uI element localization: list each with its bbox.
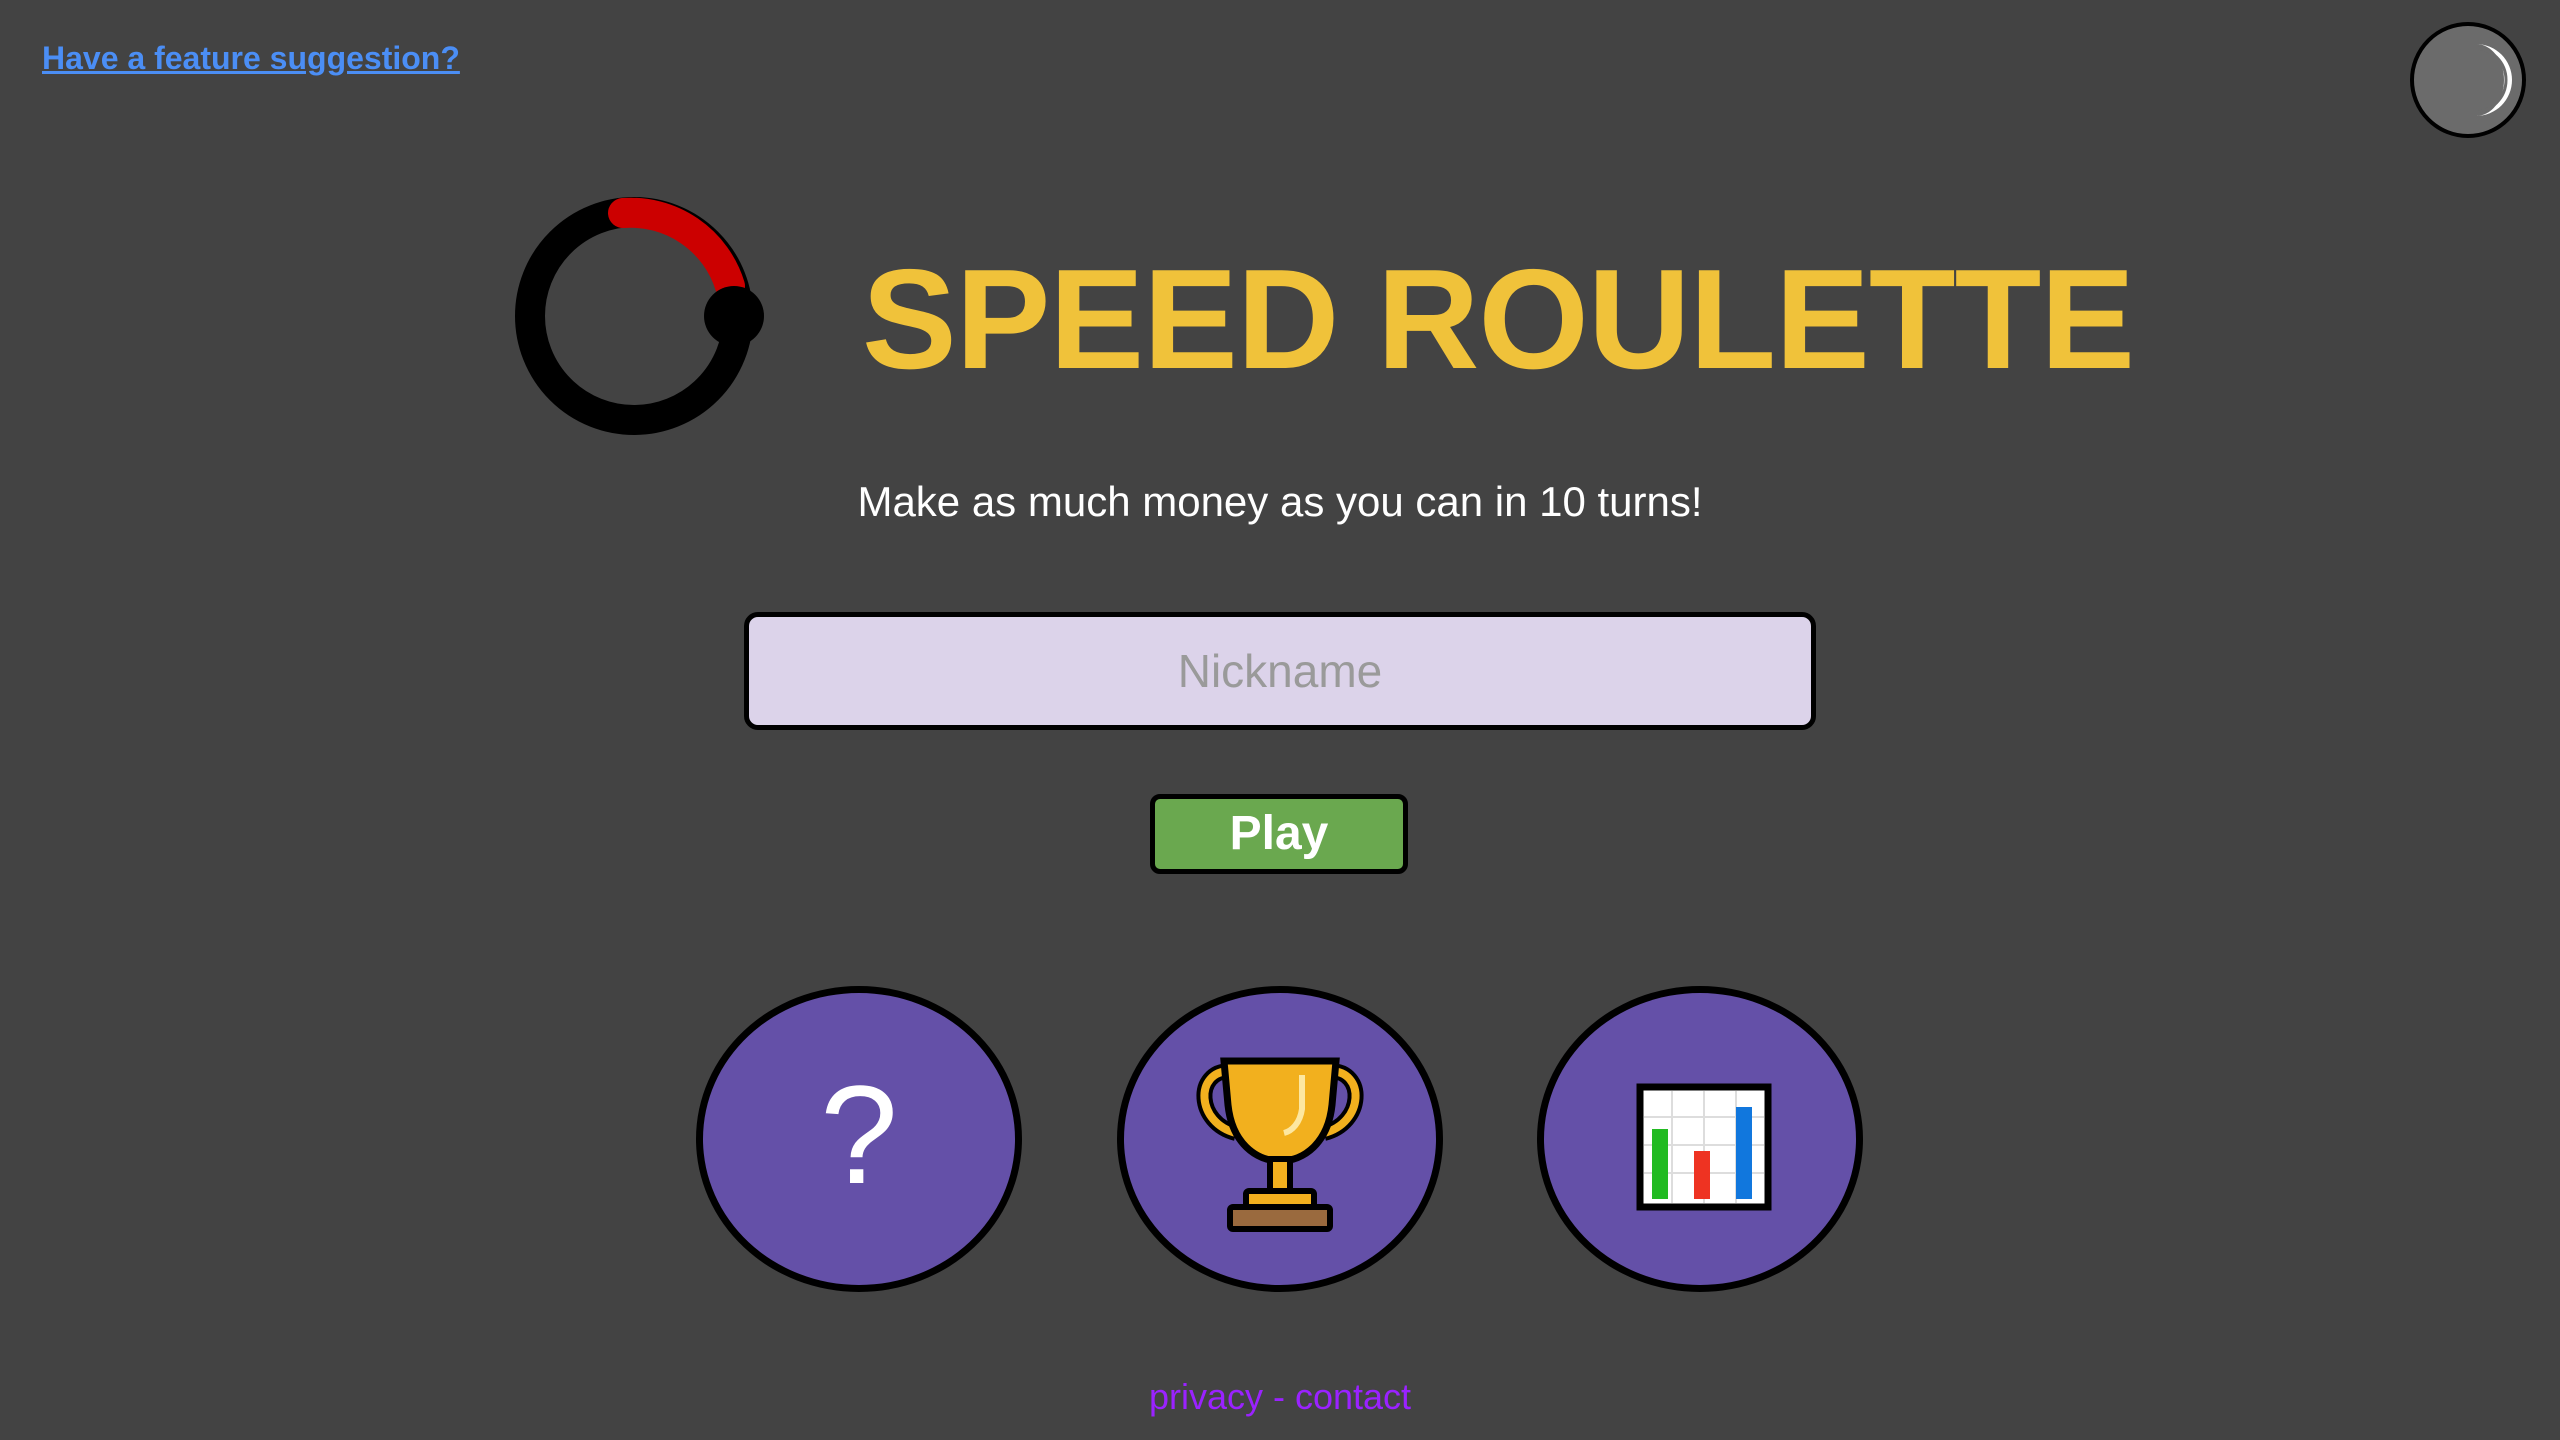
- crescent-moon-icon: [2473, 44, 2512, 116]
- trophy-icon: [1196, 1057, 1364, 1232]
- page-subtitle: Make as much money as you can in 10 turn…: [857, 478, 1703, 525]
- logo-progress-arc: [608, 197, 745, 301]
- page-title: SPEED ROULETTE: [862, 240, 2135, 399]
- feature-suggestion-link[interactable]: Have a feature suggestion?: [42, 40, 460, 77]
- footer-separator: -: [1262, 1376, 1295, 1417]
- logo-knob: [704, 286, 764, 346]
- statistics-button[interactable]: [1537, 986, 1863, 1292]
- play-button[interactable]: Play: [1150, 794, 1408, 874]
- privacy-link[interactable]: privacy: [1149, 1376, 1263, 1417]
- bar-chart-icon: [1636, 1083, 1772, 1211]
- roulette-logo: [508, 190, 768, 455]
- question-mark-icon: ?: [820, 1056, 898, 1213]
- theme-toggle-button[interactable]: [2410, 22, 2526, 138]
- contact-link[interactable]: contact: [1295, 1376, 1411, 1417]
- nickname-input[interactable]: [744, 612, 1816, 730]
- help-button[interactable]: ?: [696, 986, 1022, 1292]
- footer-links: privacy - contact: [0, 1374, 2560, 1420]
- leaderboard-button[interactable]: [1117, 986, 1443, 1292]
